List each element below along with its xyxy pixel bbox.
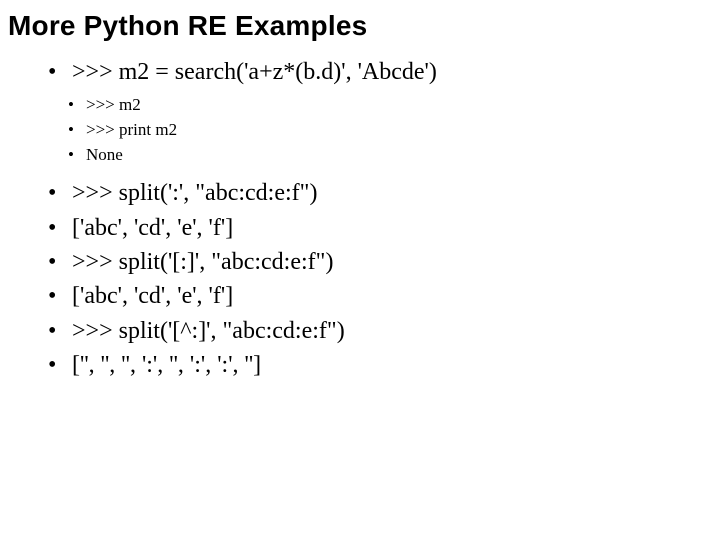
list-item: >>> m2: [68, 94, 700, 117]
list-item: >>> split('[^:]', "abc:cd:e:f"): [48, 315, 700, 347]
list-item: ['abc', 'cd', 'e', 'f']: [48, 212, 700, 244]
list-item: ['', '', '', ':', '', ':', ':', '']: [48, 349, 700, 381]
bullet-list-level1: >>> m2 = search('a+z*(b.d)', 'Abcde'): [48, 56, 700, 88]
bullet-list-level2: >>> m2 >>> print m2 None: [68, 94, 700, 167]
list-item: ['abc', 'cd', 'e', 'f']: [48, 280, 700, 312]
list-item: >>> print m2: [68, 119, 700, 142]
list-item: >>> m2 = search('a+z*(b.d)', 'Abcde'): [48, 56, 700, 88]
list-item: >>> split(':', "abc:cd:e:f"): [48, 177, 700, 209]
slide: More Python RE Examples >>> m2 = search(…: [0, 0, 720, 540]
list-item: >>> split('[:]', "abc:cd:e:f"): [48, 246, 700, 278]
slide-title: More Python RE Examples: [8, 10, 700, 42]
list-item: None: [68, 144, 700, 167]
bullet-list-level1: >>> split(':', "abc:cd:e:f") ['abc', 'cd…: [48, 177, 700, 381]
